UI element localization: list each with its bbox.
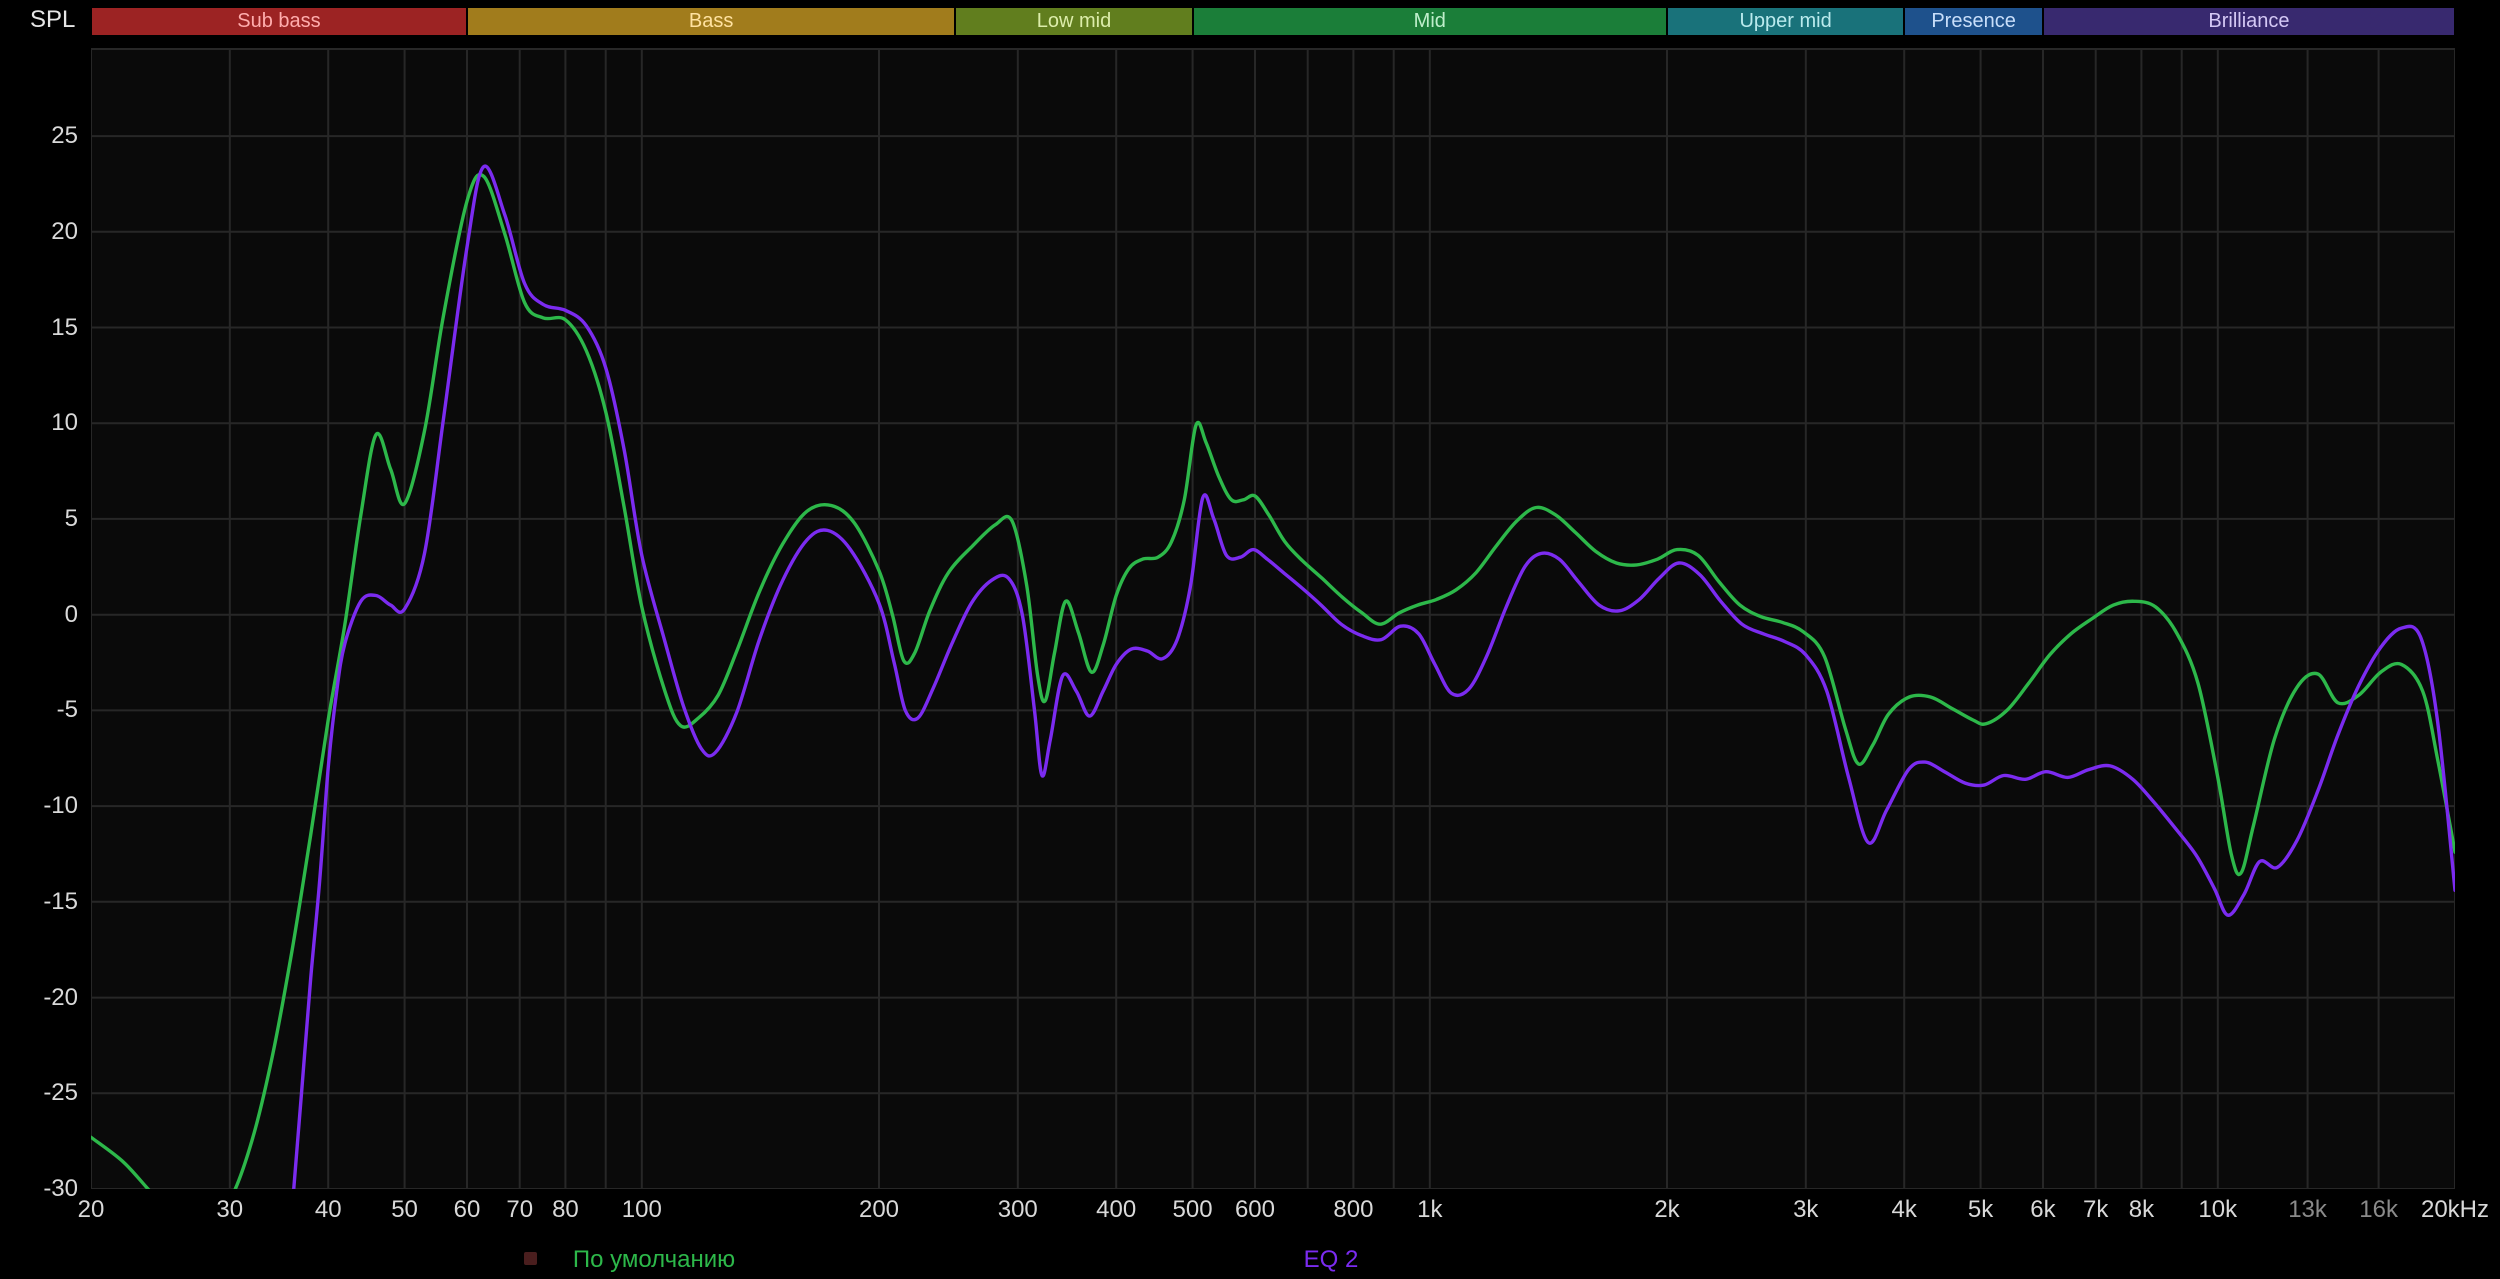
x-tick-50: 50	[391, 1196, 418, 1224]
x-tick-200: 200	[859, 1196, 899, 1224]
y-tick-20: 20	[0, 218, 78, 246]
y-tick-0: 0	[0, 601, 78, 629]
x-tick-100: 100	[622, 1196, 662, 1224]
x-tick-600: 600	[1235, 1196, 1275, 1224]
plot-area	[91, 48, 2455, 1189]
y-axis-title: SPL	[30, 6, 75, 34]
x-tick-400: 400	[1096, 1196, 1136, 1224]
y-tick--10: -10	[0, 792, 78, 820]
x-tick-40: 40	[315, 1196, 342, 1224]
y-tick--5: -5	[0, 696, 78, 724]
frequency-bands-bar: Sub bassBassLow midMidUpper midPresenceB…	[91, 8, 2455, 35]
x-tick-3k: 3k	[1793, 1196, 1818, 1224]
frequency-response-chart: SPL Sub bassBassLow midMidUpper midPrese…	[0, 0, 2500, 1279]
x-tick-5k: 5k	[1968, 1196, 1993, 1224]
band-low-mid: Low mid	[956, 8, 1191, 35]
band-presence: Presence	[1905, 8, 2042, 35]
x-tick-800: 800	[1333, 1196, 1373, 1224]
x-tick-13k: 13k	[2288, 1196, 2327, 1224]
x-tick-20kHz: 20kHz	[2421, 1196, 2489, 1224]
y-tick-5: 5	[0, 505, 78, 533]
band-bass: Bass	[468, 8, 954, 35]
x-tick-20: 20	[78, 1196, 105, 1224]
x-tick-8k: 8k	[2129, 1196, 2154, 1224]
x-tick-300: 300	[998, 1196, 1038, 1224]
x-tick-16k: 16k	[2359, 1196, 2398, 1224]
legend-item-eq2[interactable]: EQ 2	[1304, 1246, 1359, 1274]
x-tick-30: 30	[216, 1196, 243, 1224]
x-tick-2k: 2k	[1654, 1196, 1679, 1224]
y-tick-15: 15	[0, 314, 78, 342]
x-tick-500: 500	[1173, 1196, 1213, 1224]
x-tick-1k: 1k	[1417, 1196, 1442, 1224]
band-mid: Mid	[1194, 8, 1666, 35]
y-tick--30: -30	[0, 1175, 78, 1203]
curve-eq2	[292, 166, 2455, 1189]
legend-marker	[524, 1252, 537, 1265]
y-tick-10: 10	[0, 409, 78, 437]
x-tick-60: 60	[454, 1196, 481, 1224]
legend-item-default[interactable]: По умолчанию	[573, 1246, 735, 1274]
y-tick-25: 25	[0, 122, 78, 150]
x-tick-70: 70	[506, 1196, 533, 1224]
band-brilliance: Brilliance	[2044, 8, 2454, 35]
plot-svg	[91, 48, 2455, 1189]
gridlines	[91, 48, 2455, 1189]
x-tick-80: 80	[552, 1196, 579, 1224]
x-tick-10k: 10k	[2198, 1196, 2237, 1224]
band-upper-mid: Upper mid	[1668, 8, 1903, 35]
y-tick--20: -20	[0, 984, 78, 1012]
x-tick-7k: 7k	[2083, 1196, 2108, 1224]
y-tick--25: -25	[0, 1079, 78, 1107]
y-tick--15: -15	[0, 888, 78, 916]
x-tick-4k: 4k	[1892, 1196, 1917, 1224]
band-sub-bass: Sub bass	[92, 8, 466, 35]
x-tick-6k: 6k	[2030, 1196, 2055, 1224]
